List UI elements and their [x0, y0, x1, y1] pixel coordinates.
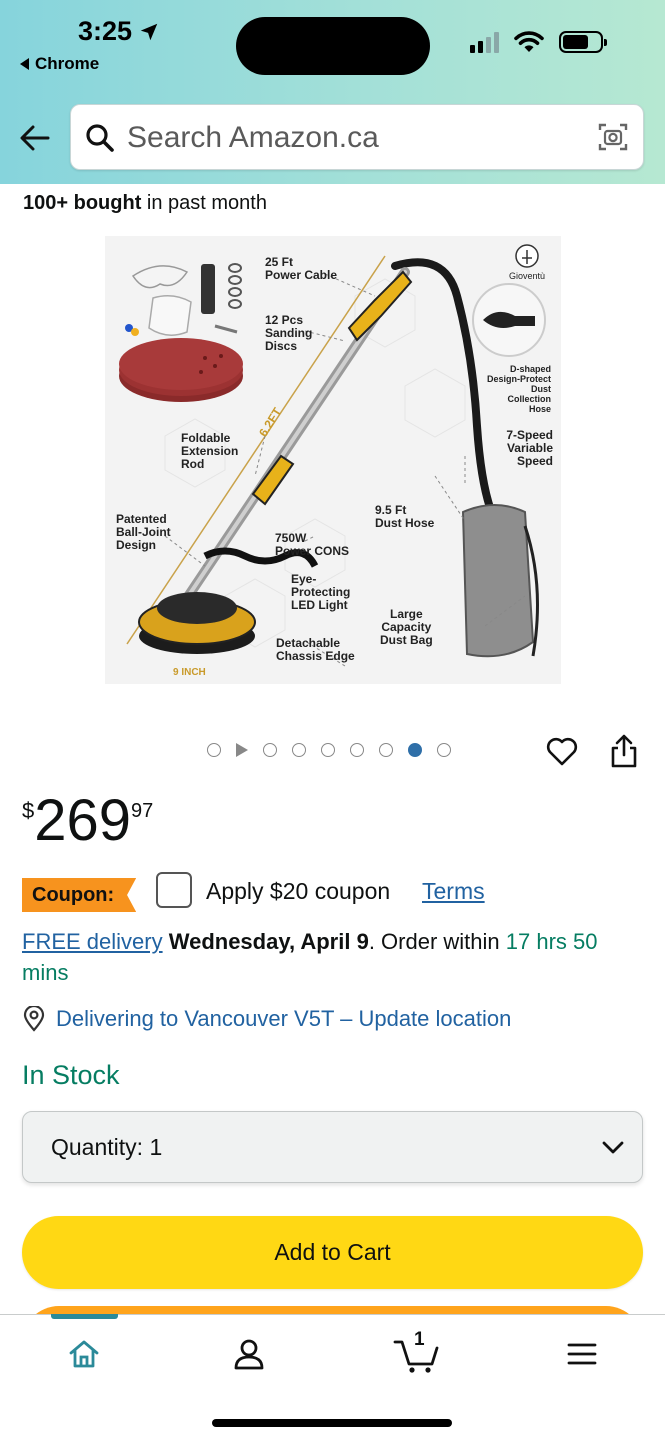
search-icon[interactable] — [85, 123, 115, 153]
status-indicators — [470, 30, 607, 54]
carousel-dot[interactable] — [379, 743, 393, 757]
free-delivery-link[interactable]: FREE delivery — [22, 929, 163, 954]
status-time: 3:25 — [78, 16, 160, 47]
image-label-power: 750W Power CONS — [275, 531, 350, 558]
dynamic-island — [236, 17, 430, 75]
search-input[interactable] — [127, 115, 587, 161]
image-brand-label: Gioventù — [509, 271, 546, 281]
bought-count: 100+ bought in past month — [23, 192, 267, 215]
back-triangle-icon — [20, 58, 29, 70]
nav-home[interactable] — [60, 1333, 108, 1375]
image-label-speed: 7-Speed Variable Speed — [506, 428, 553, 468]
stock-status: In Stock — [22, 1060, 120, 1090]
battery-icon — [559, 31, 607, 53]
price-fraction: 97 — [131, 800, 154, 822]
search-bar[interactable] — [70, 104, 644, 170]
camera-search-icon[interactable] — [597, 121, 629, 153]
menu-icon — [567, 1343, 597, 1365]
coupon-badge: Coupon: — [22, 878, 137, 912]
carousel-dot[interactable] — [263, 743, 277, 757]
heart-icon[interactable] — [545, 735, 579, 769]
share-icon[interactable] — [608, 733, 640, 769]
app-header: 3:25 Chrome — [0, 0, 665, 184]
carousel-dot[interactable] — [292, 743, 306, 757]
image-label-dust-hose: 9.5 Ft Dust Hose — [375, 503, 435, 530]
delivery-date: Wednesday, April 9 — [168, 929, 369, 954]
location-arrow-icon — [140, 23, 158, 40]
carousel-dot-active[interactable] — [408, 743, 422, 757]
image-label-chassis: Detachable Chassis Edge — [276, 636, 355, 663]
bought-count-rest: in past month — [141, 192, 267, 214]
quantity-selector[interactable]: Quantity: 1 — [22, 1111, 643, 1183]
quantity-label-text: Quantity: — [51, 1134, 144, 1160]
carousel-dot[interactable] — [437, 743, 451, 757]
quantity-label: Quantity: 1 — [51, 1134, 162, 1161]
nav-menu[interactable] — [558, 1333, 606, 1375]
image-label-dust-bag: Large Capacity Dust Bag — [380, 607, 433, 647]
cellular-signal-icon — [470, 31, 499, 53]
home-indicator — [212, 1419, 452, 1427]
status-time-text: 3:25 — [78, 16, 133, 46]
delivery-location[interactable]: Delivering to Vancouver V5T – Update loc… — [22, 1006, 511, 1032]
account-icon — [234, 1339, 264, 1370]
nav-active-indicator — [51, 1314, 118, 1319]
product-image[interactable]: 25 Ft Power Cable 12 Pcs Sanding Discs D… — [105, 236, 561, 684]
nav-account[interactable] — [225, 1333, 273, 1375]
image-label-hose-design: D-shaped Design-Protect Dust Collection … — [487, 364, 552, 414]
location-pin-icon — [23, 1006, 45, 1032]
image-label-led: Eye- Protecting LED Light — [291, 572, 351, 612]
image-label-extension: Foldable Extension Rod — [181, 431, 239, 471]
add-to-cart-button[interactable]: Add to Cart — [22, 1216, 643, 1289]
delivery-location-link[interactable]: Delivering to Vancouver V5T – Update loc… — [56, 1006, 511, 1032]
chevron-down-icon — [602, 1141, 624, 1154]
back-app-label: Chrome — [35, 54, 100, 73]
coupon-apply-text[interactable]: Apply $20 coupon — [206, 878, 390, 905]
image-label-sanding-discs: 12 Pcs Sanding Discs — [265, 313, 313, 353]
price-whole: 269 — [34, 788, 132, 853]
price-symbol: $ — [22, 798, 35, 823]
cart-count: 1 — [414, 1329, 425, 1350]
wifi-icon — [514, 31, 544, 52]
carousel-dot[interactable] — [321, 743, 335, 757]
carousel-video-icon[interactable] — [236, 743, 248, 757]
price: $ 269 97 — [22, 790, 153, 852]
image-label-size: 9 INCH — [173, 667, 206, 678]
image-label-power-cable: 25 Ft Power Cable — [265, 255, 338, 282]
back-arrow-icon[interactable] — [18, 121, 52, 155]
coupon-row: Coupon: Apply $20 coupon Terms — [22, 872, 642, 916]
home-icon — [69, 1340, 99, 1368]
back-to-app[interactable]: Chrome — [20, 54, 99, 74]
carousel-dot[interactable] — [207, 743, 221, 757]
bought-count-bold: 100+ bought — [23, 192, 142, 214]
image-carousel-dots — [207, 743, 451, 757]
product-illustration — [119, 244, 546, 667]
carousel-dot[interactable] — [350, 743, 364, 757]
quantity-value: 1 — [149, 1134, 163, 1160]
image-label-ball-joint: Patented Ball-Joint Design — [116, 512, 171, 552]
coupon-terms-link[interactable]: Terms — [422, 878, 485, 905]
order-within-text: . Order within — [368, 929, 506, 954]
delivery-info: FREE delivery Wednesday, April 9. Order … — [22, 926, 642, 988]
nav-cart[interactable]: 1 — [390, 1329, 442, 1375]
coupon-checkbox[interactable] — [156, 872, 192, 908]
